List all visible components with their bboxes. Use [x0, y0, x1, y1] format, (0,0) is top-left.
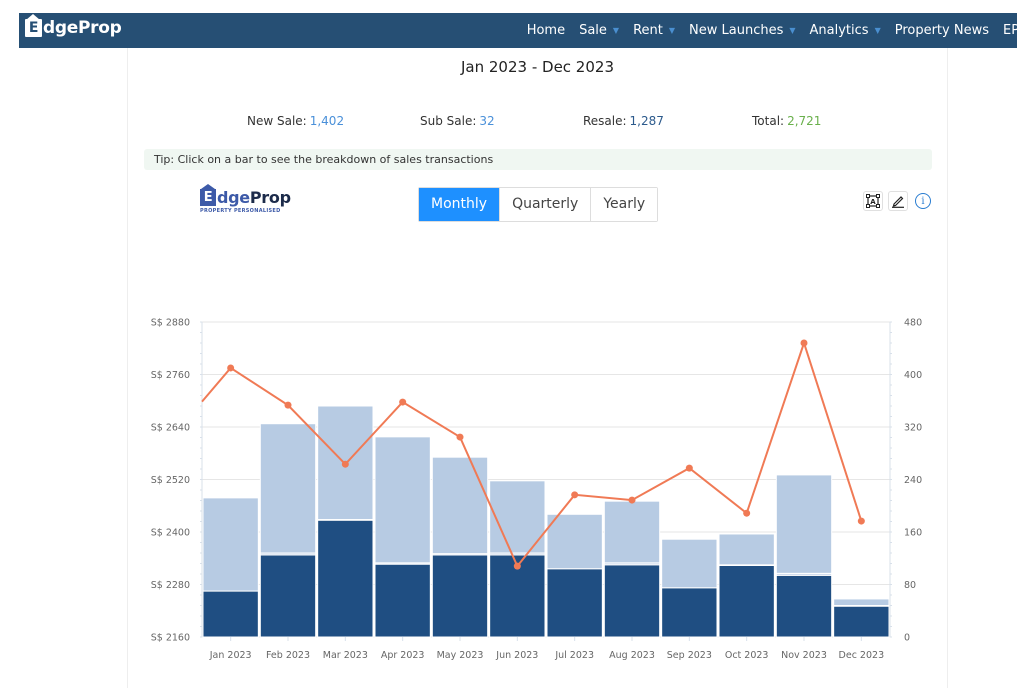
price-point[interactable]	[857, 517, 865, 525]
bar-resale[interactable]	[374, 563, 431, 638]
x-axis-tick-label: Mar 2023	[323, 650, 368, 661]
bar-resale[interactable]	[546, 568, 603, 638]
x-axis-tick-label: Dec 2023	[839, 650, 885, 661]
bar-new-sale[interactable]	[603, 500, 661, 564]
price-point[interactable]	[284, 401, 292, 409]
bar-resale[interactable]	[259, 554, 317, 638]
right-axis-tick-label: 320	[904, 423, 922, 434]
left-axis-tick-label: S$ 2280	[151, 580, 190, 591]
price-point[interactable]	[456, 433, 464, 441]
bar-new-sale[interactable]	[775, 474, 833, 574]
x-axis-tick-label: Oct 2023	[725, 650, 769, 661]
right-axis-tick-label: 480	[904, 318, 922, 329]
price-point[interactable]	[513, 562, 521, 570]
left-axis-tick-label: S$ 2400	[151, 528, 190, 539]
x-axis-tick-label: Feb 2023	[266, 650, 310, 661]
bar-new-sale[interactable]	[374, 436, 431, 564]
price-point[interactable]	[800, 339, 808, 347]
left-axis-tick-label: S$ 2520	[151, 475, 190, 486]
price-point[interactable]	[227, 364, 235, 372]
bar-new-sale[interactable]	[431, 456, 489, 555]
bar-resale[interactable]	[603, 564, 661, 638]
bar-new-sale[interactable]	[202, 497, 259, 592]
left-axis-tick-label: S$ 2160	[151, 633, 190, 644]
bar-new-sale[interactable]	[718, 533, 775, 566]
bar-resale[interactable]	[833, 605, 890, 638]
left-axis-tick-label: S$ 2880	[151, 318, 190, 329]
right-axis-tick-label: 80	[904, 580, 916, 591]
bar-new-sale[interactable]	[546, 513, 603, 570]
x-axis-tick-label: Nov 2023	[781, 650, 827, 661]
price-point[interactable]	[571, 491, 579, 499]
bar-resale[interactable]	[431, 554, 489, 638]
price-point[interactable]	[685, 464, 693, 472]
bar-resale[interactable]	[202, 590, 259, 638]
bar-new-sale[interactable]	[259, 423, 317, 554]
left-axis-tick-label: S$ 2640	[151, 423, 190, 434]
bar-resale[interactable]	[775, 574, 833, 638]
right-axis-tick-label: 400	[904, 370, 922, 381]
sales-chart: S$ 2160 S$ 2280 S$ 2400 S$ 2520 S$ 2640 S$ 27…	[151, 318, 922, 662]
left-axis-tick-label: S$ 2760	[151, 370, 190, 381]
x-axis-tick-label: Sep 2023	[667, 650, 712, 661]
bar-resale[interactable]	[317, 519, 374, 638]
x-axis-tick-label: Apr 2023	[381, 650, 425, 661]
right-axis-tick-label: 160	[904, 528, 922, 539]
right-axis-tick-label: 240	[904, 475, 922, 486]
right-axis-tick-label: 0	[904, 633, 910, 644]
price-point[interactable]	[628, 496, 636, 504]
x-axis-tick-label: Jun 2023	[495, 650, 538, 661]
x-axis-tick-label: Jul 2023	[554, 650, 594, 661]
bar-resale[interactable]	[661, 587, 718, 638]
x-axis-tick-label: Aug 2023	[609, 650, 655, 661]
price-point[interactable]	[399, 398, 407, 406]
price-point[interactable]	[341, 460, 349, 468]
x-axis-tick-label: Jan 2023	[209, 650, 252, 661]
bar-new-sale[interactable]	[661, 538, 718, 589]
price-point[interactable]	[743, 509, 751, 517]
bar-new-sale[interactable]	[833, 598, 890, 606]
bar-resale[interactable]	[718, 564, 775, 638]
x-axis-tick-label: May 2023	[437, 650, 484, 661]
